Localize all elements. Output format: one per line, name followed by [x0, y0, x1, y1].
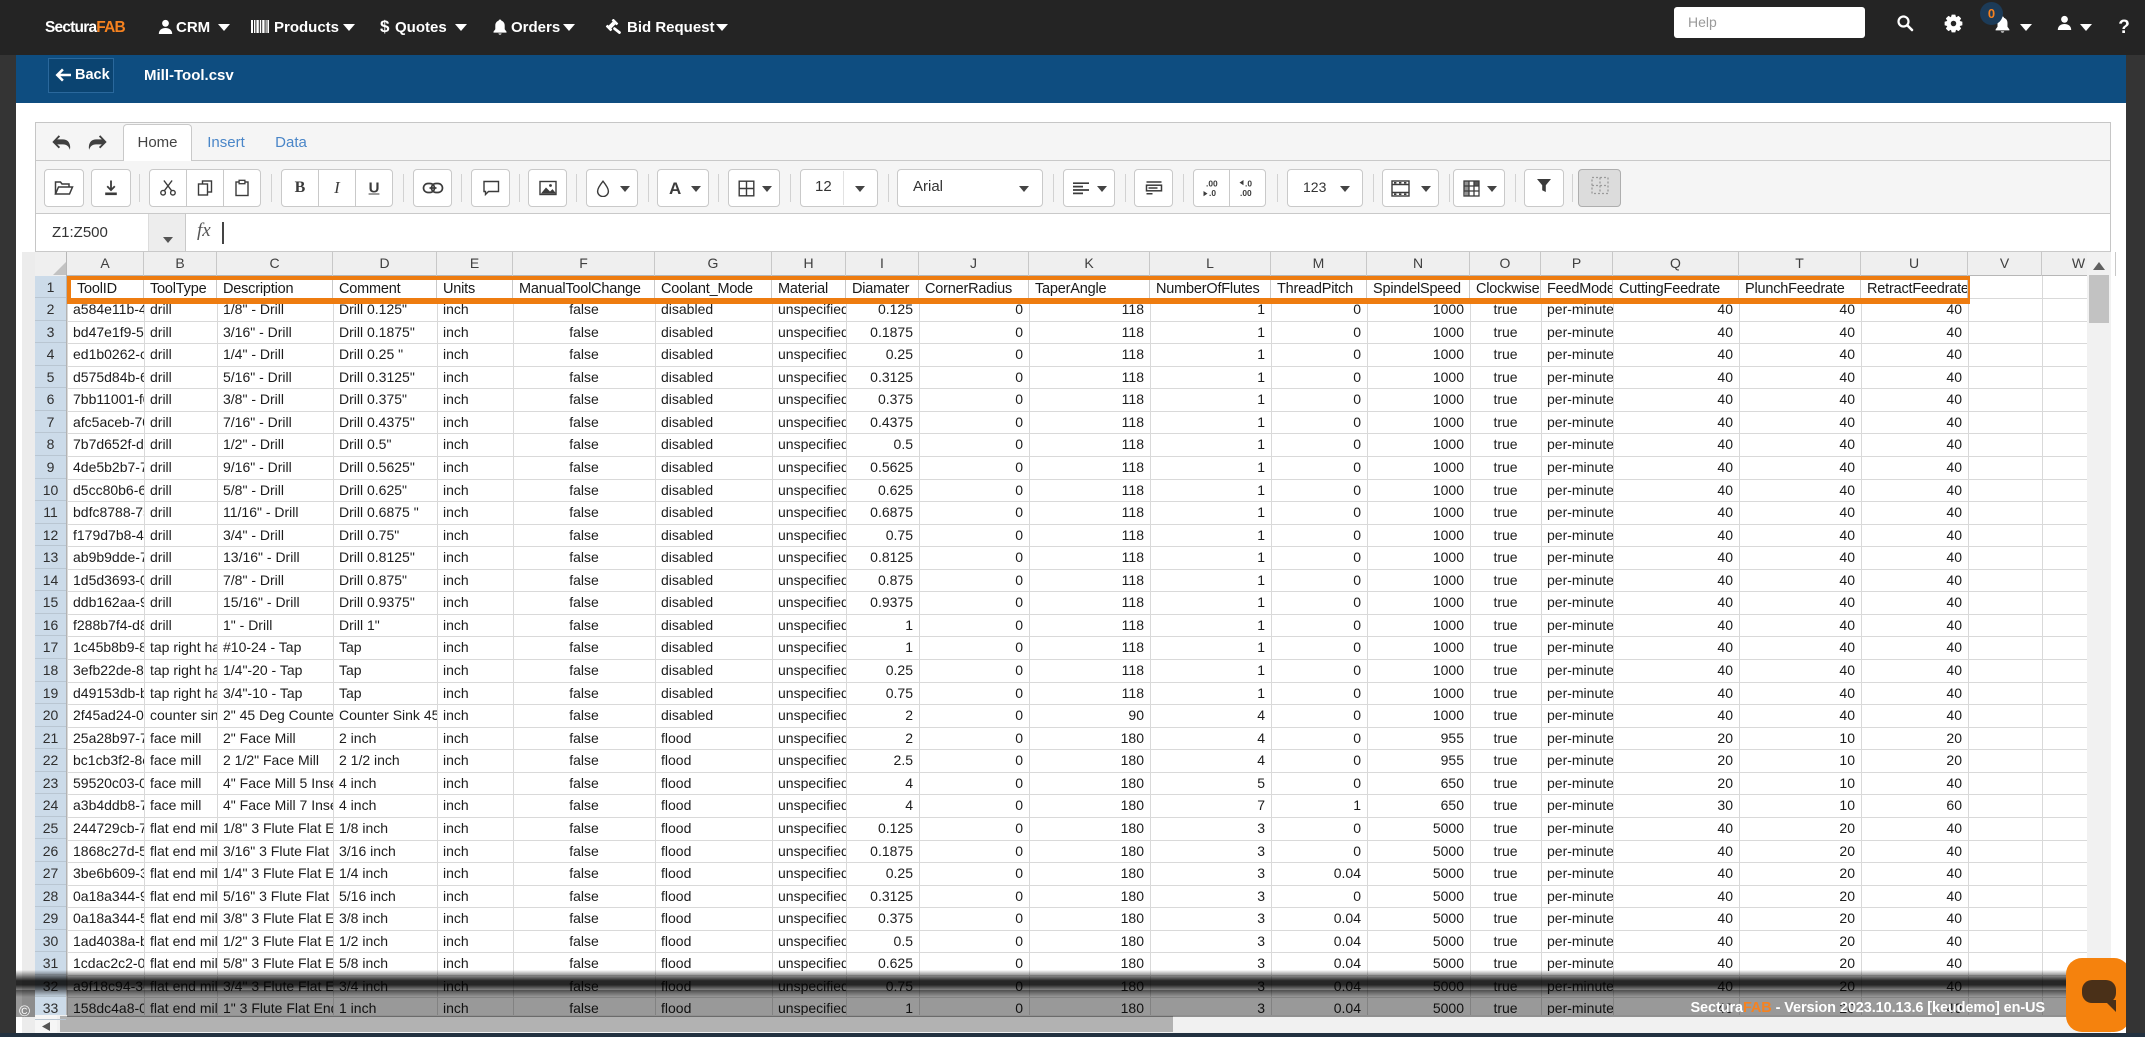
- svg-text:.0: .0: [1209, 188, 1216, 197]
- svg-text:.00: .00: [1206, 179, 1218, 189]
- svg-text:.00: .00: [1240, 188, 1252, 197]
- svg-text:.0: .0: [1245, 179, 1252, 189]
